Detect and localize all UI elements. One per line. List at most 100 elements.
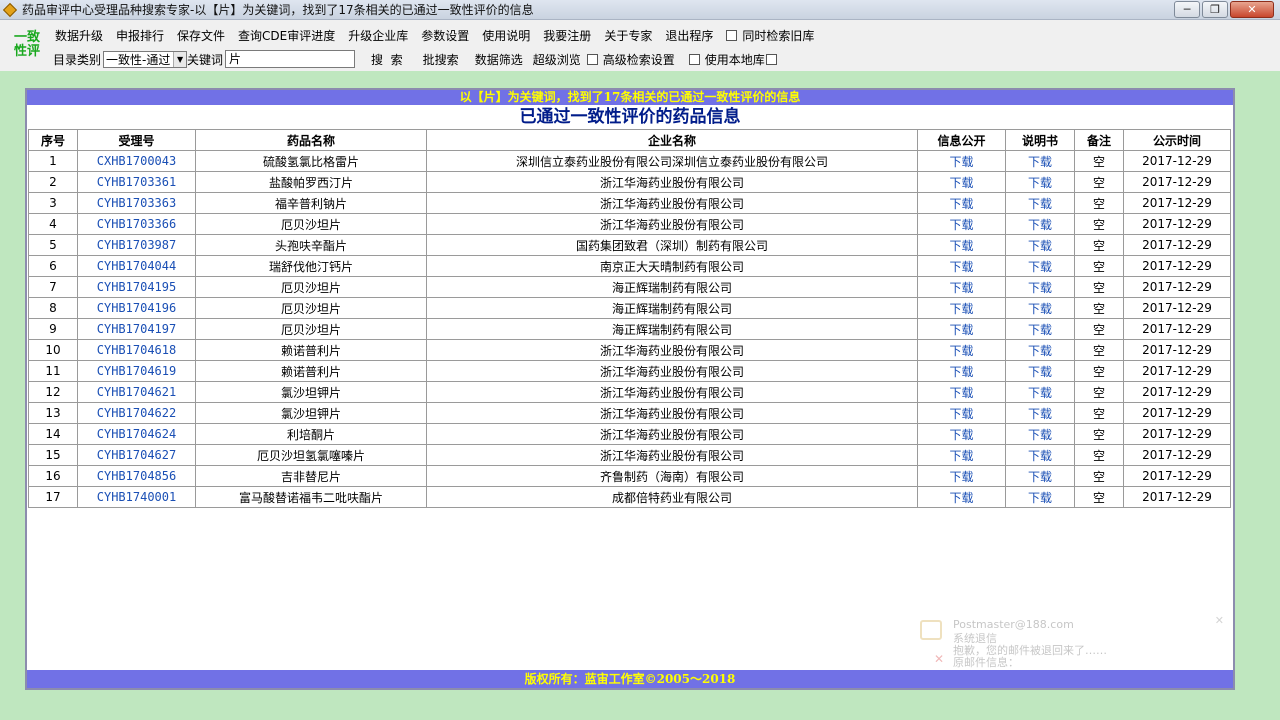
cell-manual-download[interactable]: 下载 <box>1005 192 1075 214</box>
cell-info-download[interactable]: 下载 <box>917 318 1006 340</box>
menu-item-register[interactable]: 我要注册 <box>543 27 591 44</box>
cell-info-download[interactable]: 下载 <box>917 423 1006 445</box>
cell-manual-download[interactable]: 下载 <box>1005 255 1075 277</box>
menu-item-upgrade-company[interactable]: 升级企业库 <box>348 27 408 44</box>
cell-manual-download[interactable]: 下载 <box>1005 486 1075 508</box>
cell-info-download[interactable]: 下载 <box>917 234 1006 256</box>
mail-notification[interactable]: ✕ Postmaster@188.com 系统退信 抱歉，您的邮件被退回来了……… <box>908 604 1230 674</box>
menu-item-settings[interactable]: 参数设置 <box>421 27 469 44</box>
cell-manual-download[interactable]: 下载 <box>1005 213 1075 235</box>
cell-index: 2 <box>28 171 78 193</box>
cell-manual-download[interactable]: 下载 <box>1005 381 1075 403</box>
cell-info-download[interactable]: 下载 <box>917 465 1006 487</box>
cell-manual-download[interactable]: 下载 <box>1005 171 1075 193</box>
cell-info-download[interactable]: 下载 <box>917 360 1006 382</box>
cell-accept-no[interactable]: CYHB1703366 <box>77 213 196 235</box>
cell-drug-name: 瑞舒伐他汀钙片 <box>195 255 427 277</box>
cell-info-download[interactable]: 下载 <box>917 255 1006 277</box>
menu-item-ranking[interactable]: 申报排行 <box>116 27 164 44</box>
cell-info-download[interactable]: 下载 <box>917 150 1006 172</box>
cell-manual-download[interactable]: 下载 <box>1005 276 1075 298</box>
cell-manual-download[interactable]: 下载 <box>1005 339 1075 361</box>
cell-manual-download[interactable]: 下载 <box>1005 360 1075 382</box>
minimize-button[interactable]: ─ <box>1174 1 1200 18</box>
cell-manual-download[interactable]: 下载 <box>1005 465 1075 487</box>
cell-accept-no[interactable]: CYHB1703987 <box>77 234 196 256</box>
search-old-lib-label: 同时检索旧库 <box>742 28 815 43</box>
cell-accept-no[interactable]: CYHB1703361 <box>77 171 196 193</box>
cell-info-download[interactable]: 下载 <box>917 297 1006 319</box>
cell-info-download[interactable]: 下载 <box>917 171 1006 193</box>
cell-index: 4 <box>28 213 78 235</box>
cell-accept-no[interactable]: CXHB1700043 <box>77 150 196 172</box>
col-header-index: 序号 <box>28 129 78 151</box>
cell-manual-download[interactable]: 下载 <box>1005 150 1075 172</box>
cell-manual-download[interactable]: 下载 <box>1005 444 1075 466</box>
menu-item-data-upgrade[interactable]: 数据升级 <box>55 27 103 44</box>
menu-item-about[interactable]: 关于专家 <box>604 27 652 44</box>
cell-company: 浙江华海药业股份有限公司 <box>426 402 918 424</box>
keyword-input[interactable]: 片 <box>225 50 356 68</box>
cell-accept-no[interactable]: CYHB1704622 <box>77 402 196 424</box>
data-filter-button[interactable]: 数据筛选 <box>475 51 523 68</box>
cell-manual-download[interactable]: 下载 <box>1005 402 1075 424</box>
cell-info-download[interactable]: 下载 <box>917 192 1006 214</box>
cell-date: 2017-12-29 <box>1123 402 1231 424</box>
cell-accept-no[interactable]: CYHB1704621 <box>77 381 196 403</box>
table-row: 4 CYHB1703366 厄贝沙坦片 浙江华海药业股份有限公司 下载 下载空 2017-1… <box>28 213 1231 235</box>
cell-accept-no[interactable]: CYHB1704044 <box>77 255 196 277</box>
advanced-search-checkbox[interactable] <box>586 53 598 65</box>
cell-index: 9 <box>28 318 78 340</box>
batch-search-button[interactable]: 批搜索 <box>423 51 459 68</box>
cell-manual-download[interactable]: 下载 <box>1005 423 1075 445</box>
cell-info-download[interactable]: 下载 <box>917 276 1006 298</box>
cell-accept-no[interactable]: CYHB1740001 <box>77 486 196 508</box>
search-old-lib-checkbox[interactable] <box>726 29 738 41</box>
table-row: 3 CYHB1703363 福辛普利钠片 浙江华海药业股份有限公司 下载 下载空 2017-… <box>28 192 1231 214</box>
cell-date: 2017-12-29 <box>1123 339 1231 361</box>
menu-item-exit[interactable]: 退出程序 <box>665 27 713 44</box>
cell-drug-name: 厄贝沙坦片 <box>195 297 427 319</box>
cell-info-download[interactable]: 下载 <box>917 444 1006 466</box>
cell-manual-download[interactable]: 下载 <box>1005 234 1075 256</box>
cell-accept-no[interactable]: CYHB1704619 <box>77 360 196 382</box>
cell-date: 2017-12-29 <box>1123 234 1231 256</box>
cell-manual-download[interactable]: 下载 <box>1005 297 1075 319</box>
app-logo: 一致 性评 <box>10 31 44 63</box>
menu-item-help[interactable]: 使用说明 <box>482 27 530 44</box>
catalog-select[interactable]: 一致性-通过 ▼ <box>103 50 188 68</box>
cell-accept-no[interactable]: CYHB1704856 <box>77 465 196 487</box>
search-button[interactable]: 搜 索 <box>371 51 403 68</box>
cell-accept-no[interactable]: CYHB1704195 <box>77 276 196 298</box>
cell-manual-download[interactable]: 下载 <box>1005 318 1075 340</box>
close-icon[interactable]: ✕ <box>1215 614 1224 627</box>
maximize-button[interactable]: ❐ <box>1202 1 1228 18</box>
cell-drug-name: 硫酸氢氯比格雷片 <box>195 150 427 172</box>
cell-accept-no[interactable]: CYHB1704624 <box>77 423 196 445</box>
super-browse-button[interactable]: 超级浏览 <box>533 51 581 68</box>
menu-item-save-file[interactable]: 保存文件 <box>177 27 225 44</box>
cell-index: 11 <box>28 360 78 382</box>
cell-info-download[interactable]: 下载 <box>917 402 1006 424</box>
menu-item-cde-progress[interactable]: 查询CDE审评进度 <box>238 27 335 44</box>
local-lib-checkbox[interactable] <box>688 53 700 65</box>
cell-accept-no[interactable]: CYHB1704196 <box>77 297 196 319</box>
cell-accept-no[interactable]: CYHB1704618 <box>77 339 196 361</box>
cell-date: 2017-12-29 <box>1123 192 1231 214</box>
cell-info-download[interactable]: 下载 <box>917 381 1006 403</box>
local-lib-checkbox-2[interactable] <box>765 53 777 65</box>
cell-info-download[interactable]: 下载 <box>917 486 1006 508</box>
cell-accept-no[interactable]: CYHB1704627 <box>77 444 196 466</box>
cell-info-download[interactable]: 下载 <box>917 213 1006 235</box>
chevron-down-icon[interactable]: ▼ <box>173 51 187 67</box>
cell-info-download[interactable]: 下载 <box>917 339 1006 361</box>
cell-company: 成都倍特药业有限公司 <box>426 486 918 508</box>
cell-accept-no[interactable]: CYHB1704197 <box>77 318 196 340</box>
close-button[interactable]: ✕ <box>1230 1 1274 18</box>
cell-note: 空 <box>1074 339 1124 361</box>
cell-index: 8 <box>28 297 78 319</box>
advanced-search-label: 高级检索设置 <box>602 52 675 67</box>
cell-accept-no[interactable]: CYHB1703363 <box>77 192 196 214</box>
cell-note: 空 <box>1074 297 1124 319</box>
table-row: 12 CYHB1704621 氯沙坦钾片 浙江华海药业股份有限公司 下载 下载空 2017-… <box>28 381 1231 403</box>
